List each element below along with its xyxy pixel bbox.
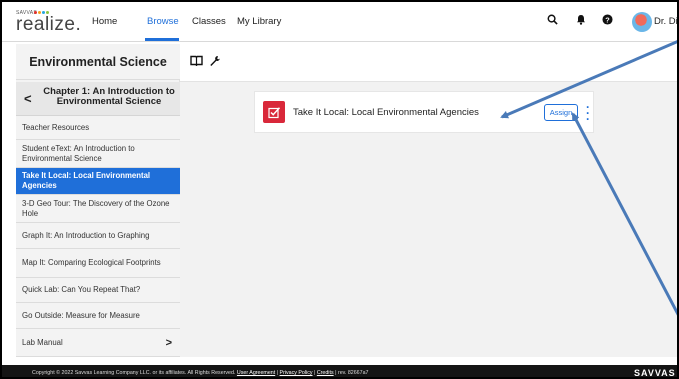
sidebar: Environmental Science < Chapter 1: An In… xyxy=(16,44,180,357)
sidebar-item-quick-lab[interactable]: Quick Lab: Can You Repeat That? xyxy=(16,278,180,303)
chevron-left-icon: < xyxy=(24,91,32,106)
logo-realize-text: realize. xyxy=(16,14,82,35)
nav-my-library[interactable]: My Library xyxy=(237,16,281,27)
revision-text: rev. 82667a7 xyxy=(337,370,369,376)
nav-classes[interactable]: Classes xyxy=(192,16,226,27)
savvas-footer-logo: SAVVAS xyxy=(634,368,676,378)
sidebar-item-student-etext[interactable]: Student eText: An Introduction to Enviro… xyxy=(16,140,180,168)
credits-link[interactable]: Credits xyxy=(317,370,334,376)
sidebar-item-take-it-local[interactable]: Take It Local: Local Environmental Agenc… xyxy=(16,168,180,195)
chevron-right-icon: > xyxy=(165,336,172,349)
app-frame: SAVVAS realize. Home Browse Classes My L… xyxy=(0,0,679,379)
sidebar-item-3d-geo-tour[interactable]: 3-D Geo Tour: The Discovery of the Ozone… xyxy=(16,195,180,223)
nav-home[interactable]: Home xyxy=(92,16,117,27)
footer-text: Copyright © 2022 Savvas Learning Company… xyxy=(32,370,369,376)
nav-browse[interactable]: Browse xyxy=(147,16,179,27)
checklist-icon xyxy=(263,101,285,123)
chapter-title: Chapter 1: An Introduction to Environmen… xyxy=(43,86,175,107)
sidebar-item-teacher-resources[interactable]: Teacher Resources xyxy=(16,116,180,140)
search-icon[interactable] xyxy=(547,14,558,28)
top-navigation: SAVVAS realize. Home Browse Classes My L… xyxy=(2,2,677,42)
user-avatar[interactable] xyxy=(632,12,652,32)
book-icon[interactable] xyxy=(190,55,203,69)
more-options-icon[interactable]: · · · xyxy=(586,101,590,125)
resource-card[interactable]: Take It Local: Local Environmental Agenc… xyxy=(254,91,594,133)
copyright-text: Copyright © 2022 Savvas Learning Company… xyxy=(32,370,236,376)
footer: Copyright © 2022 Savvas Learning Company… xyxy=(2,365,677,378)
sidebar-item-label: Lab Manual xyxy=(22,337,63,347)
sidebar-item-go-outside[interactable]: Go Outside: Measure for Measure xyxy=(16,303,180,329)
wrench-icon[interactable] xyxy=(209,55,220,70)
chapter-back-button[interactable]: < Chapter 1: An Introduction to Environm… xyxy=(16,82,180,116)
help-icon[interactable]: ? xyxy=(602,14,613,28)
user-name[interactable]: Dr. Dish xyxy=(654,16,677,27)
sidebar-item-lab-manual[interactable]: Lab Manual > xyxy=(16,329,180,357)
nav-active-indicator xyxy=(145,38,179,41)
main-content: Take It Local: Local Environmental Agenc… xyxy=(180,82,677,357)
resource-title[interactable]: Take It Local: Local Environmental Agenc… xyxy=(293,107,479,118)
sidebar-item-map-it[interactable]: Map It: Comparing Ecological Footprints xyxy=(16,249,180,278)
program-title: Environmental Science xyxy=(16,44,180,80)
user-agreement-link[interactable]: User Agreement xyxy=(237,370,275,376)
sidebar-item-graph-it[interactable]: Graph It: An Introduction to Graphing xyxy=(16,223,180,249)
bell-icon[interactable] xyxy=(576,14,586,28)
svg-text:?: ? xyxy=(605,15,610,24)
privacy-policy-link[interactable]: Privacy Policy xyxy=(280,370,313,376)
content-toolbar xyxy=(180,44,677,82)
assign-button[interactable]: Assign xyxy=(544,104,578,121)
